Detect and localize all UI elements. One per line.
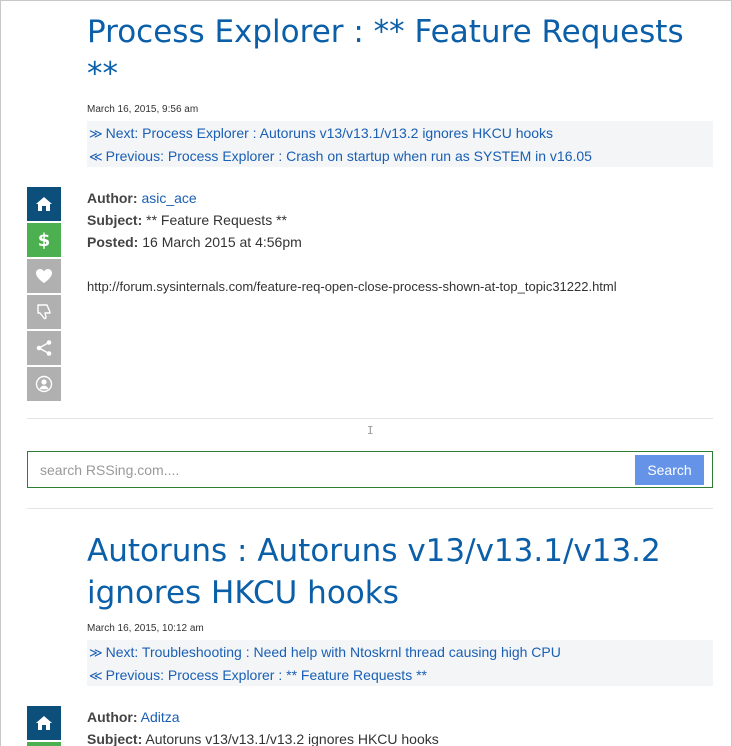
subject-value: Autoruns v13/v13.1/v13.2 ignores HKCU ho… [145,731,439,746]
previous-arrow-icon: ≪ [89,669,103,684]
subject-label: Subject: [87,212,143,228]
next-post-link[interactable]: ≫ Next: Troubleshooting : Need help with … [89,644,561,661]
post-date: March 16, 2015, 9:56 am [87,104,199,115]
post-meta: Author: asic_ace Subject: ** Feature Req… [87,187,302,253]
author-label: Author: [87,190,138,206]
author-row: Author: asic_ace [87,187,302,209]
divider [27,418,713,419]
next-arrow-icon: ≫ [89,127,103,142]
search-button[interactable]: Search [635,455,704,485]
heart-icon [36,269,52,283]
like-button[interactable] [27,259,61,293]
next-post-label: Next: Process Explorer : Autoruns v13/v1… [105,125,554,141]
search-input[interactable] [29,453,629,486]
previous-arrow-icon: ≪ [89,150,103,165]
share-sidebar: $ [27,706,61,746]
share-button[interactable] [27,331,61,365]
post-navigation: ≫ Next: Troubleshooting : Need help with … [87,640,713,686]
home-icon [36,197,52,211]
profile-button[interactable] [27,367,61,401]
dollar-icon: $ [37,229,51,251]
share-icon [36,340,52,356]
dislike-button[interactable] [27,295,61,329]
author-link[interactable]: Aditza [141,709,180,725]
post-meta: Author: Aditza Subject: Autoruns v13/v13… [87,706,439,746]
text-cursor-icon: I [367,424,374,437]
post-body: http://forum.sysinternals.com/feature-re… [87,279,617,294]
post-title[interactable]: Autoruns : Autoruns v13/v13.1/v13.2 igno… [87,530,717,614]
previous-post-link[interactable]: ≪ Previous: Process Explorer : Crash on s… [89,148,592,165]
search-bar: Search [27,451,713,488]
post-title[interactable]: Process Explorer : ** Feature Requests *… [87,11,717,95]
next-post-label: Next: Troubleshooting : Need help with N… [105,644,561,660]
author-label: Author: [87,709,138,725]
thumbs-down-icon [37,304,51,320]
posted-label: Posted: [87,234,139,250]
next-arrow-icon: ≫ [89,646,103,661]
page-frame: Process Explorer : ** Feature Requests *… [0,0,732,746]
home-button[interactable] [27,706,61,740]
next-post-link[interactable]: ≫ Next: Process Explorer : Autoruns v13/v… [89,125,553,142]
author-row: Author: Aditza [87,706,439,728]
subject-row: Subject: ** Feature Requests ** [87,209,302,231]
user-icon [35,375,53,393]
subject-row: Subject: Autoruns v13/v13.1/v13.2 ignore… [87,728,439,746]
post-navigation: ≫ Next: Process Explorer : Autoruns v13/v… [87,121,713,167]
donate-button[interactable]: $ [27,742,61,746]
divider [27,508,713,509]
home-icon [36,716,52,730]
previous-post-label: Previous: Process Explorer : Crash on st… [105,148,592,164]
post-date: March 16, 2015, 10:12 am [87,623,204,634]
author-link[interactable]: asic_ace [141,190,196,206]
subject-value: ** Feature Requests ** [146,212,287,228]
subject-label: Subject: [87,731,143,746]
previous-post-link[interactable]: ≪ Previous: Process Explorer : ** Feature… [89,667,427,684]
posted-value: 16 March 2015 at 4:56pm [142,234,302,250]
donate-button[interactable]: $ [27,223,61,257]
share-sidebar: $ [27,187,61,403]
home-button[interactable] [27,187,61,221]
posted-row: Posted: 16 March 2015 at 4:56pm [87,231,302,253]
previous-post-label: Previous: Process Explorer : ** Feature … [105,667,427,683]
